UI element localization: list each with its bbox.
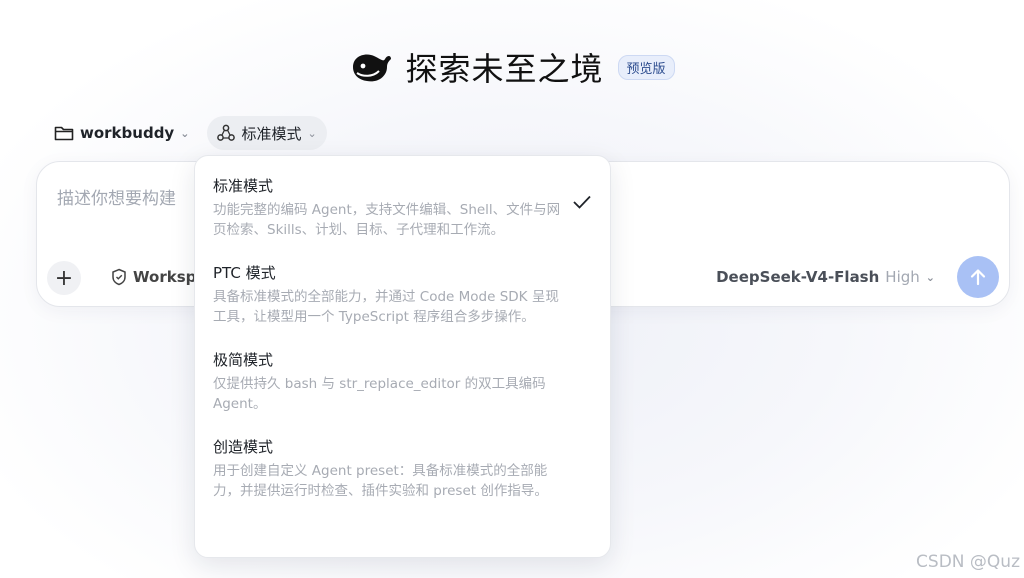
plus-icon: +: [54, 265, 74, 291]
model-name: DeepSeek-V4-Flash: [716, 268, 880, 286]
agent-mode-icon: [217, 124, 236, 141]
checkmark-icon: [573, 195, 591, 209]
chevron-down-icon: ⌄: [307, 126, 317, 140]
preview-badge: 预览版: [617, 54, 675, 80]
mode-option-ptc[interactable]: PTC 模式 具备标准模式的全部能力，并通过 Code Mode SDK 呈现工…: [213, 263, 592, 327]
chevron-down-icon: ⌄: [925, 270, 935, 284]
folder-selector[interactable]: workbuddy ⌄: [44, 116, 199, 150]
option-title: 标准模式: [213, 177, 274, 195]
page-title: 探索未至之境: [405, 50, 604, 88]
option-title: 极简模式: [213, 351, 274, 369]
option-description: 具备标准模式的全部能力，并通过 Code Mode SDK 呈现工具，让模型用一…: [213, 289, 559, 325]
mode-option-creative[interactable]: 创造模式 用于创建自定义 Agent preset：具备标准模式的全部能力，并提…: [213, 437, 592, 501]
whale-logo-icon: [353, 54, 392, 82]
mode-option-minimal[interactable]: 极简模式 仅提供持久 bash 与 str_replace_editor 的双工…: [213, 350, 592, 414]
folder-icon: [54, 126, 74, 141]
option-title: PTC 模式: [213, 264, 276, 282]
model-level: High: [885, 268, 920, 286]
send-button[interactable]: [957, 256, 999, 298]
prompt-input[interactable]: 描述你想要构建: [57, 184, 176, 209]
option-description: 用于创建自定义 Agent preset：具备标准模式的全部能力，并提供运行时检…: [213, 463, 548, 499]
shield-icon: [112, 268, 126, 286]
watermark: CSDN @Quz: [916, 552, 1020, 572]
mode-option-standard[interactable]: 标准模式 功能完整的编码 Agent，支持文件编辑、Shell、文件与网页检索、…: [213, 176, 592, 240]
arrow-up-icon: [970, 269, 986, 286]
mode-dropdown-menu: 标准模式 功能完整的编码 Agent，支持文件编辑、Shell、文件与网页检索、…: [194, 155, 611, 558]
toolbar-row: workbuddy ⌄ 标准模式 ⌄: [44, 116, 327, 150]
option-description: 仅提供持久 bash 与 str_replace_editor 的双工具编码 A…: [213, 376, 546, 412]
folder-label: workbuddy: [80, 124, 175, 142]
workspace-selector[interactable]: Workspa: [111, 268, 206, 286]
option-title: 创造模式: [213, 438, 274, 456]
add-attachment-button[interactable]: +: [47, 261, 81, 295]
chevron-down-icon: ⌄: [180, 126, 190, 140]
model-selector[interactable]: DeepSeek-V4-Flash High ⌄: [716, 268, 935, 286]
page-header: 探索未至之境 预览版: [0, 44, 1024, 90]
mode-selector[interactable]: 标准模式 ⌄: [207, 116, 327, 150]
mode-label: 标准模式: [241, 124, 302, 143]
option-description: 功能完整的编码 Agent，支持文件编辑、Shell、文件与网页检索、Skill…: [213, 202, 561, 238]
